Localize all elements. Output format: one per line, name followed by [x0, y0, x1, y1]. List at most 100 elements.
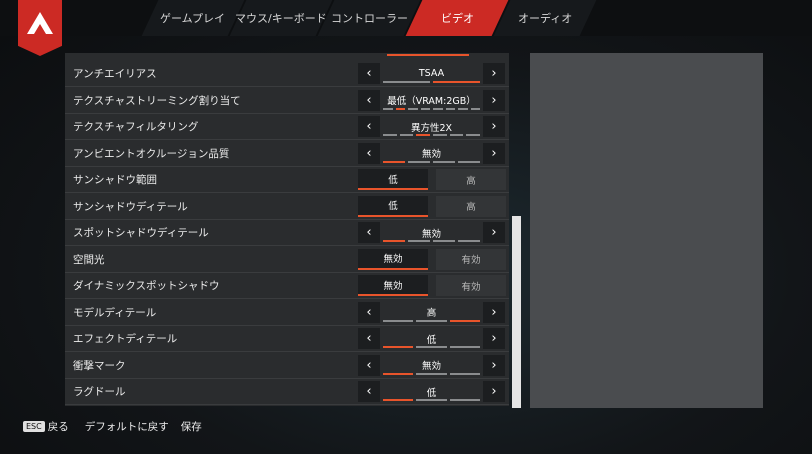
- level-segment: [449, 134, 464, 136]
- setting-stepper: ‹ TSAA ›: [358, 63, 505, 84]
- next-option-icon[interactable]: ›: [483, 301, 505, 323]
- previous-option-icon[interactable]: ‹: [358, 301, 380, 323]
- next-option-icon[interactable]: ›: [483, 89, 505, 111]
- level-segment: [449, 319, 480, 322]
- previous-option-icon[interactable]: ‹: [358, 381, 380, 402]
- scrolled-row-remnant: [65, 53, 509, 56]
- level-segment: [433, 134, 447, 136]
- level-segment: [416, 372, 447, 375]
- next-option-icon[interactable]: ›: [483, 116, 505, 137]
- next-option-icon[interactable]: ›: [483, 381, 505, 402]
- tab-mouse-keyboard[interactable]: マウス/キーボード: [229, 0, 333, 36]
- next-option-icon[interactable]: ›: [483, 222, 505, 243]
- setting-label: アンチエイリアス: [73, 68, 157, 80]
- level-indicator: [383, 399, 480, 401]
- toggle-option[interactable]: 無効: [358, 275, 428, 296]
- toggle-option[interactable]: 有効: [436, 248, 506, 270]
- setting-row: モデルディテール ‹ 高 ›: [65, 300, 509, 326]
- level-segment: [395, 107, 405, 110]
- setting-stepper: ‹ 低 ›: [358, 381, 505, 402]
- setting-label: テクスチャフィルタリング: [73, 121, 199, 133]
- level-segment: [433, 160, 455, 163]
- level-segment: [458, 240, 480, 242]
- setting-row: 衝撃マーク ‹ 無効 ›: [65, 353, 509, 379]
- level-segment: [383, 81, 430, 83]
- setting-stepper: ‹ 高 ›: [358, 301, 505, 323]
- setting-stepper: ‹ 無効 ›: [358, 142, 505, 164]
- setting-label: エフェクトディテール: [73, 333, 178, 345]
- toggle-option[interactable]: 有効: [436, 275, 506, 296]
- next-option-icon[interactable]: ›: [483, 63, 505, 84]
- next-option-icon[interactable]: ›: [483, 142, 505, 164]
- previous-option-icon[interactable]: ‹: [358, 116, 380, 137]
- previous-option-icon[interactable]: ‹: [358, 63, 380, 84]
- toggle-option[interactable]: 高: [436, 169, 506, 190]
- esc-key-hint: ESC: [23, 421, 45, 432]
- toggle-option[interactable]: 低: [358, 169, 428, 190]
- setting-label: ダイナミックスポットシャドウ: [73, 280, 220, 292]
- setting-row: サンシャドウ範囲 低高: [65, 167, 509, 193]
- save-button[interactable]: 保存: [181, 419, 202, 434]
- level-indicator: [383, 346, 480, 348]
- video-settings-list: アンチエイリアス ‹ TSAA › テクスチャストリーミング割り当て ‹ 最低（VRAM:2…: [65, 53, 509, 406]
- level-segment: [466, 134, 481, 136]
- tab-audio[interactable]: オーディオ: [493, 0, 597, 36]
- settings-scrollbar[interactable]: [512, 216, 521, 408]
- previous-option-icon[interactable]: ‹: [358, 328, 380, 349]
- setting-label: ラグドール: [73, 386, 126, 398]
- tab-video[interactable]: ビデオ: [405, 0, 509, 36]
- setting-row: ダイナミックスポットシャドウ 無効 有効: [65, 273, 509, 299]
- setting-label: テクスチャストリーミング割り当て: [73, 94, 241, 107]
- setting-label: 衝撃マーク: [73, 359, 126, 372]
- setting-label: サンシャドウ範囲: [73, 174, 157, 186]
- setting-row: 空間光 無効 有効: [65, 247, 509, 273]
- back-button[interactable]: 戻る: [48, 419, 69, 434]
- tab-bar: ゲームプレイ マウス/キーボード コントローラー ビデオ オーディオ: [141, 0, 597, 36]
- toggle-option[interactable]: 無効: [358, 248, 428, 270]
- level-indicator: [383, 134, 481, 136]
- setting-row: ラグドール ‹ 低 ›: [65, 379, 509, 405]
- level-segment: [470, 107, 480, 110]
- level-segment: [449, 372, 480, 375]
- setting-stepper: ‹ 最低（VRAM:2GB） ›: [358, 89, 505, 111]
- setting-row: エフェクトディテール ‹ 低 ›: [65, 326, 509, 352]
- level-indicator: [383, 240, 480, 242]
- setting-row: サンシャドウディテール 低高: [65, 194, 509, 220]
- toggle-option[interactable]: 高: [436, 195, 506, 217]
- level-segment: [433, 240, 455, 242]
- level-segment: [408, 160, 430, 163]
- level-segment: [458, 160, 480, 163]
- setting-stepper: ‹ 無効 ›: [358, 354, 505, 376]
- next-option-icon[interactable]: ›: [483, 354, 505, 376]
- previous-option-icon[interactable]: ‹: [358, 222, 380, 243]
- level-segment: [383, 399, 414, 401]
- level-segment: [383, 346, 414, 348]
- setting-row: アンビエントオクルージョン品質 ‹ 無効 ›: [65, 141, 509, 167]
- level-indicator: [383, 81, 480, 83]
- reset-defaults-button[interactable]: デフォルトに戻す: [85, 419, 169, 434]
- previous-option-icon[interactable]: ‹: [358, 354, 380, 376]
- level-segment: [458, 107, 468, 110]
- level-segment: [420, 107, 430, 110]
- apex-logo: [18, 0, 62, 56]
- previous-option-icon[interactable]: ‹: [358, 89, 380, 111]
- level-segment: [445, 107, 455, 110]
- level-segment: [383, 240, 405, 242]
- toggle-option[interactable]: 低: [358, 195, 428, 217]
- footer-bar: ESC 戻る デフォルトに戻す 保存: [23, 419, 202, 434]
- level-segment: [433, 107, 443, 110]
- level-segment: [449, 399, 480, 401]
- level-segment: [416, 319, 447, 322]
- next-option-icon[interactable]: ›: [483, 328, 505, 349]
- setting-label: サンシャドウディテール: [73, 200, 188, 213]
- setting-row: スポットシャドウディテール ‹ 無効 ›: [65, 220, 509, 246]
- previous-option-icon[interactable]: ‹: [358, 142, 380, 164]
- setting-label: 空間光: [73, 253, 105, 266]
- setting-stepper: ‹ 無効 ›: [358, 222, 505, 243]
- tab-controller[interactable]: コントローラー: [317, 0, 421, 36]
- setting-label: アンビエントオクルージョン品質: [73, 147, 230, 160]
- level-segment: [416, 134, 431, 136]
- setting-row: アンチエイリアス ‹ TSAA ›: [65, 61, 509, 87]
- level-segment: [433, 81, 480, 83]
- tab-gameplay[interactable]: ゲームプレイ: [141, 0, 245, 36]
